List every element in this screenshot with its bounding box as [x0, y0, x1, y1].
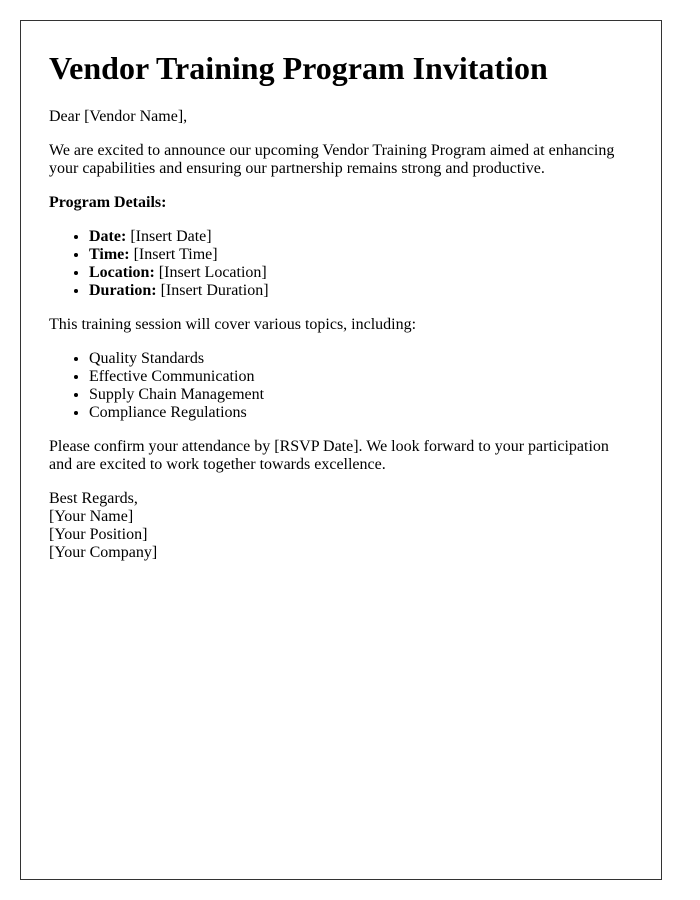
detail-item-time: Time: [Insert Time] [89, 246, 633, 264]
intro-paragraph: We are excited to announce our upcoming … [49, 142, 615, 177]
signature-block: Best Regards, [Your Name] [Your Position… [49, 490, 633, 562]
program-details-list: Date: [Insert Date] Time: [Insert Time] … [49, 228, 633, 300]
detail-item-location: Location: [Insert Location] [89, 264, 633, 282]
signature-company: [Your Company] [49, 544, 158, 561]
topic-item: Effective Communication [89, 368, 633, 386]
signature-name: [Your Name] [49, 508, 134, 525]
topic-item: Compliance Regulations [89, 404, 633, 422]
detail-label: Location: [89, 264, 155, 281]
detail-value: [Insert Location] [158, 264, 267, 281]
details-heading: Program Details: [49, 194, 167, 211]
detail-label: Time: [89, 246, 130, 263]
detail-value: [Insert Time] [133, 246, 218, 263]
closing-paragraph: Please confirm your attendance by [RSVP … [49, 438, 609, 473]
detail-item-date: Date: [Insert Date] [89, 228, 633, 246]
letter-title: Vendor Training Program Invitation [49, 50, 548, 86]
detail-value: [Insert Duration] [160, 282, 269, 299]
detail-label: Duration: [89, 282, 157, 299]
topic-item: Supply Chain Management [89, 386, 633, 404]
letter-container: Vendor Training Program Invitation Dear … [20, 20, 662, 880]
detail-value: [Insert Date] [130, 228, 212, 245]
detail-item-duration: Duration: [Insert Duration] [89, 282, 633, 300]
signature-position: [Your Position] [49, 526, 148, 543]
topics-intro: This training session will cover various… [49, 316, 417, 333]
topics-list: Quality Standards Effective Communicatio… [49, 350, 633, 422]
signature-closing: Best Regards, [49, 490, 138, 507]
topic-item: Quality Standards [89, 350, 633, 368]
salutation: Dear [Vendor Name], [49, 108, 188, 125]
detail-label: Date: [89, 228, 127, 245]
